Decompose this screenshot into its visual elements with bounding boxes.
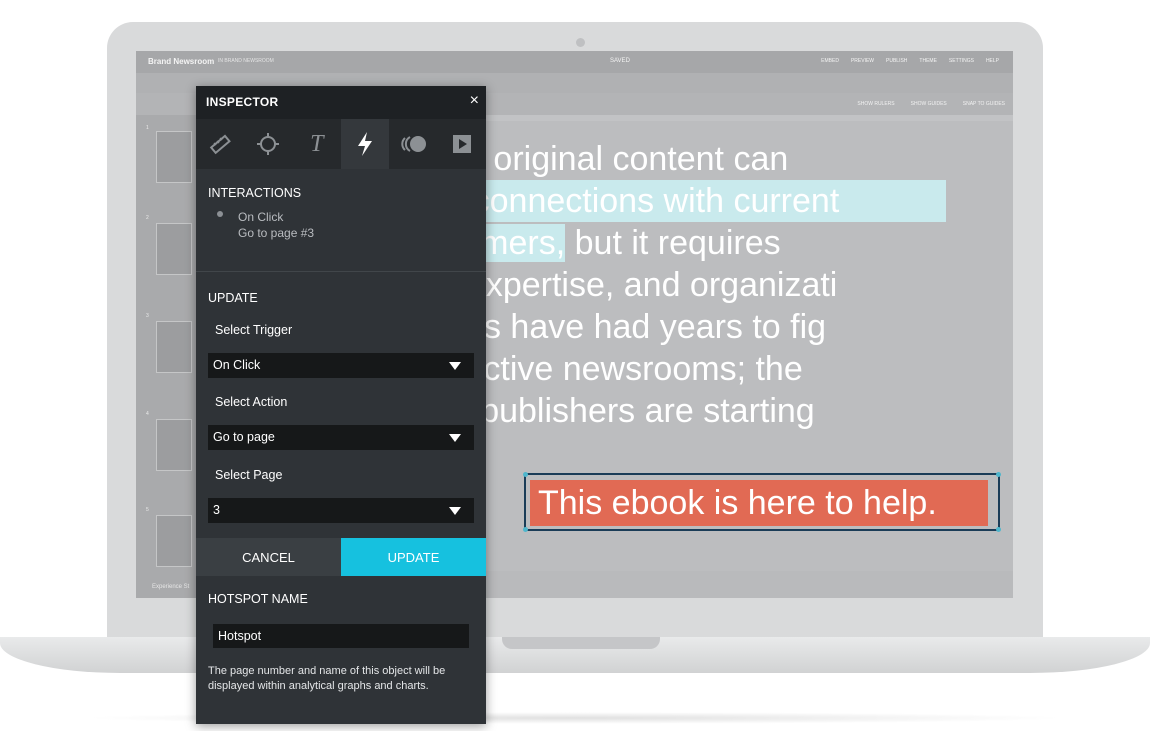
trigger-label: Select Trigger (215, 323, 293, 337)
resize-handle[interactable] (523, 472, 528, 477)
save-status: SAVED (610, 58, 630, 64)
cancel-button[interactable]: CANCEL (196, 538, 341, 576)
body-line-rest: but it requires (565, 224, 781, 262)
bullet-icon (217, 211, 223, 217)
top-menu: EMBED PREVIEW PUBLISH THEME SETTINGS HEL… (821, 58, 999, 64)
page-thumbnail[interactable] (156, 223, 192, 275)
page-select[interactable]: 3 (208, 498, 474, 523)
update-button[interactable]: UPDATE (341, 538, 486, 576)
crosshair-icon (257, 133, 280, 155)
footer-text: Experience St (152, 584, 190, 590)
page-thumbnail[interactable] (156, 321, 192, 373)
tab-interactions[interactable] (340, 119, 390, 169)
hotspot-name-heading: HOTSPOT NAME (208, 592, 308, 606)
menu-publish[interactable]: PUBLISH (886, 58, 907, 64)
tab-media[interactable] (438, 119, 486, 169)
button-row: CANCEL UPDATE (196, 538, 486, 576)
option-snap-to-guides[interactable]: SNAP TO GUIDES (963, 101, 1005, 107)
interaction-entry[interactable]: On Click Go to page #3 (238, 209, 314, 241)
play-icon (452, 135, 471, 153)
hotspot-note: The page number and name of this object … (208, 665, 446, 692)
page-thumbnail[interactable] (156, 419, 192, 471)
action-select[interactable]: Go to page (208, 425, 474, 450)
app-brand-sub: IN BRAND NEWSROOM (218, 58, 274, 64)
chevron-down-icon (449, 507, 461, 515)
interactions-heading: INTERACTIONS (208, 186, 302, 200)
resize-handle[interactable] (523, 527, 528, 532)
typography-icon: T (310, 130, 324, 157)
page-number: 2 (146, 215, 149, 221)
inspector-title: INSPECTOR (206, 95, 279, 109)
lightning-icon (358, 132, 373, 156)
laptop-notch (502, 637, 660, 649)
resize-handle[interactable] (996, 527, 1001, 532)
resize-handle[interactable] (996, 472, 1001, 477)
inspector-tabs: T (196, 119, 486, 169)
interaction-action: Go to page #3 (238, 226, 315, 240)
option-show-guides[interactable]: SHOW GUIDES (911, 101, 947, 107)
action-label: Select Action (215, 395, 288, 409)
tab-position[interactable] (244, 119, 292, 169)
page-thumbnail[interactable] (156, 515, 192, 567)
cta-banner[interactable]: This ebook is here to help. (530, 480, 988, 526)
update-heading: UPDATE (208, 291, 258, 305)
page-thumbnail[interactable] (156, 131, 192, 183)
inspector-panel: INSPECTOR × T INTERACTIONS On Click Go t… (196, 86, 486, 724)
page-label: Select Page (215, 468, 283, 482)
trigger-select-value: On Click (213, 358, 261, 372)
circles-icon (401, 136, 427, 152)
page-number: 1 (146, 125, 149, 131)
trigger-select[interactable]: On Click (208, 353, 474, 378)
menu-embed[interactable]: EMBED (821, 58, 839, 64)
menu-help[interactable]: HELP (986, 58, 999, 64)
chevron-down-icon (449, 434, 461, 442)
page-number: 5 (146, 507, 149, 513)
chevron-down-icon (449, 362, 461, 370)
inspector-header: INSPECTOR × (196, 86, 486, 119)
option-show-rulers[interactable]: SHOW RULERS (857, 101, 894, 107)
page-number: 3 (146, 313, 149, 319)
close-icon[interactable]: × (470, 93, 479, 109)
camera-dot (576, 38, 585, 47)
tab-ruler[interactable] (196, 119, 244, 169)
stage: Brand Newsroom IN BRAND NEWSROOM SAVED E… (0, 0, 1150, 731)
menu-theme[interactable]: THEME (919, 58, 937, 64)
app-brand[interactable]: Brand Newsroom (148, 57, 214, 66)
menu-preview[interactable]: PREVIEW (851, 58, 874, 64)
tab-typography[interactable]: T (293, 119, 341, 169)
page-select-value: 3 (213, 503, 220, 517)
app-topbar: Brand Newsroom IN BRAND NEWSROOM SAVED E… (136, 51, 1013, 73)
page-thumbnails: 1 2 3 4 5 (136, 115, 196, 598)
menu-settings[interactable]: SETTINGS (949, 58, 974, 64)
divider (196, 271, 486, 272)
page-number: 4 (146, 411, 149, 417)
hotspot-name-input[interactable] (213, 624, 469, 648)
ruler-icon (209, 134, 232, 155)
tab-effects[interactable] (389, 119, 437, 169)
interaction-trigger: On Click (238, 210, 284, 224)
action-select-value: Go to page (213, 430, 275, 444)
